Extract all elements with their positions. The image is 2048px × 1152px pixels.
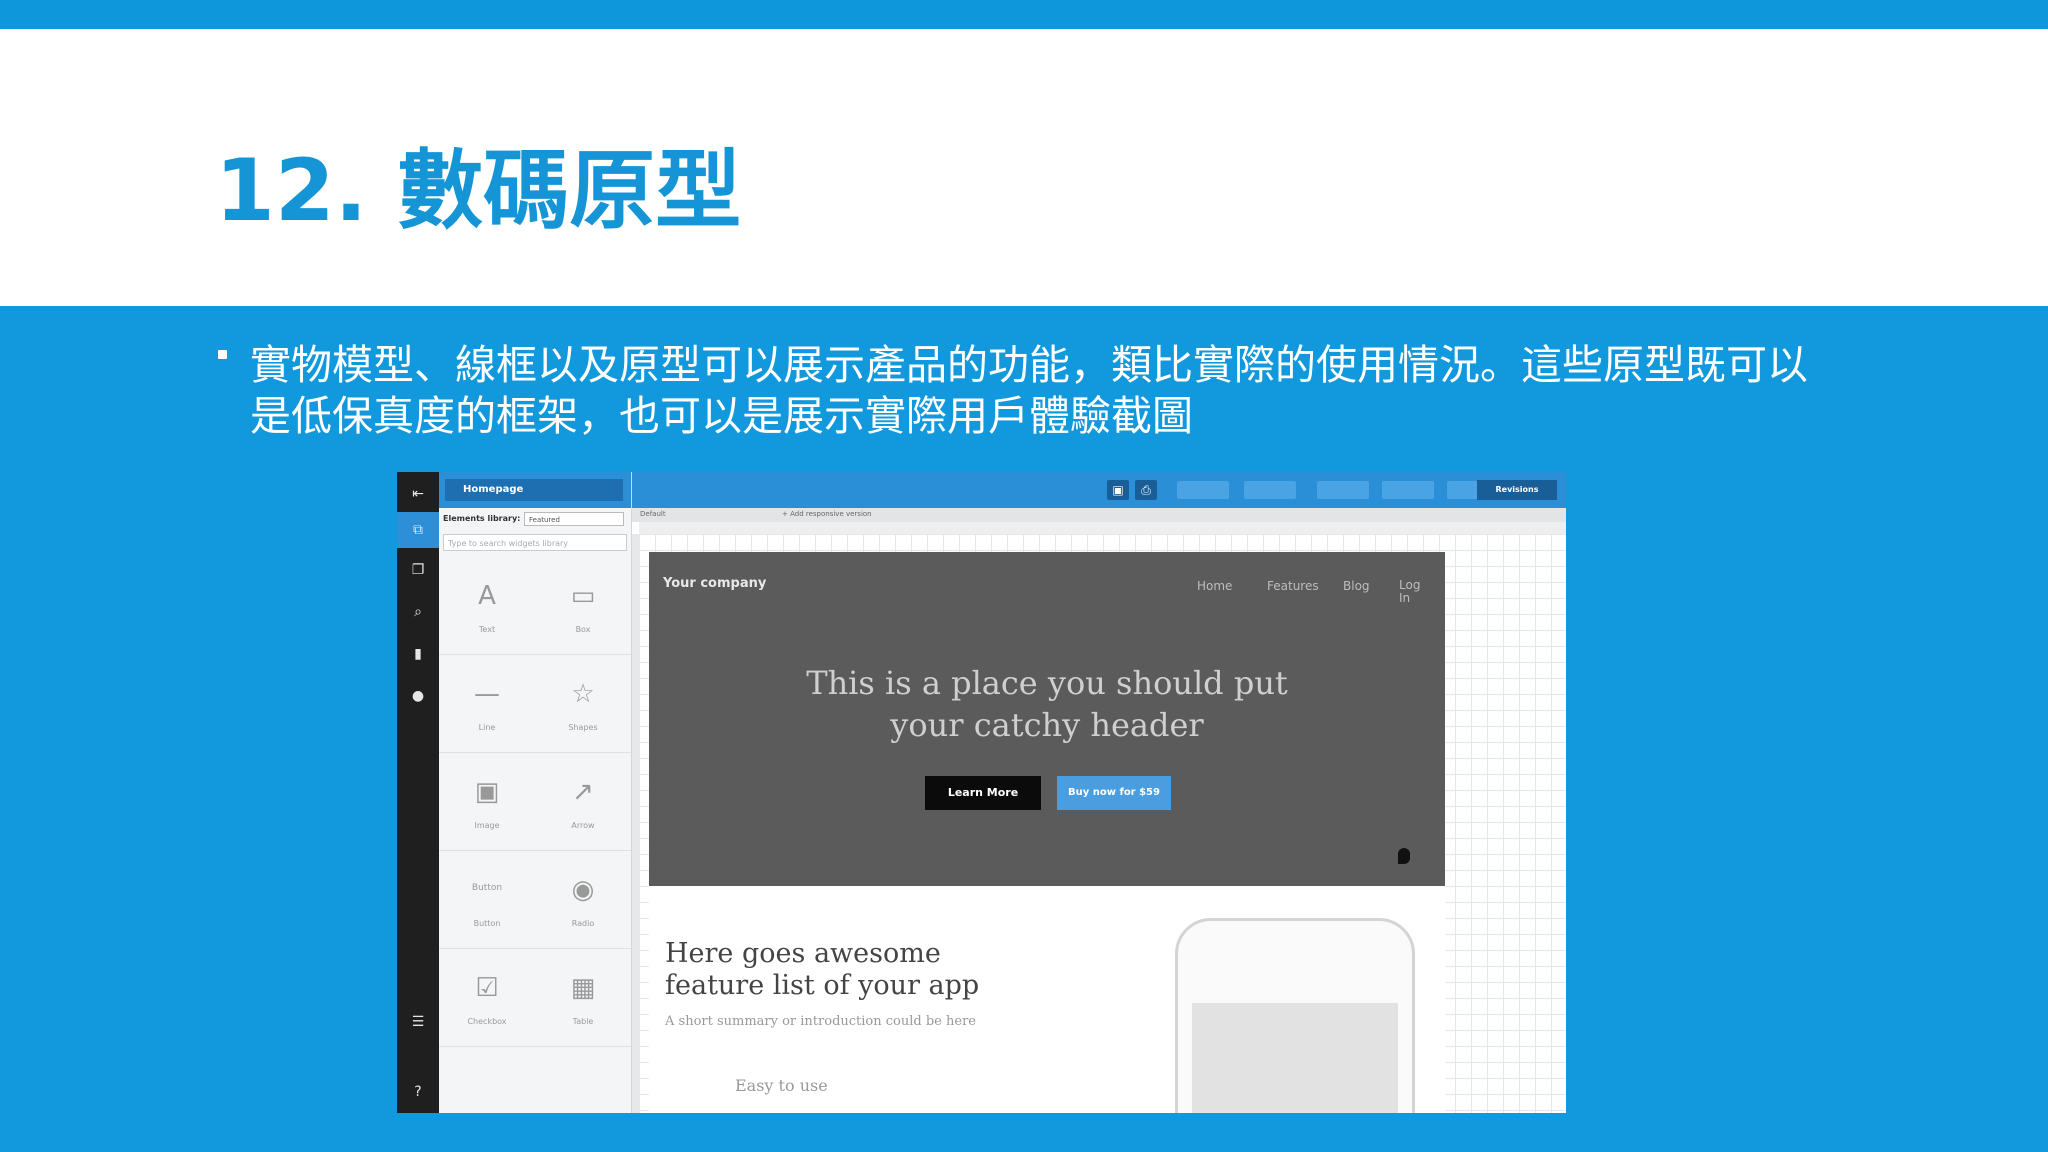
widget-label: Checkbox [467,1017,507,1026]
widget-arrow-icon: ↗ [572,777,594,807]
top-accent-bar [0,0,2048,29]
phone-mockup [1175,918,1415,1113]
nav-blog[interactable]: Blog [1343,579,1370,593]
widget-radio-icon: ◉ [571,875,595,905]
height-field[interactable] [1382,481,1434,499]
widget-label: Radio [571,919,595,928]
widget-line-icon: — [474,679,500,709]
features-heading-line-2: feature list of your app [665,970,980,1001]
widget-label: Arrow [571,821,595,830]
features-heading-line-1: Here goes awesome [665,938,941,969]
prototype-screenshot: ⇤ ⧉ ❐ ⌕ ▮ ● ☰ ? Homepage Elements librar… [397,472,1566,1113]
buy-now-button[interactable]: Buy now for $59 [1057,776,1171,810]
vertical-scrollbar[interactable] [632,534,639,1113]
widget-label: Shapes [568,723,598,732]
elements-library-select[interactable]: Featured [524,512,624,526]
image-tool-icon[interactable]: ▣ [1107,480,1129,500]
user-icon[interactable]: ● [408,686,428,706]
widget-arrow[interactable]: ↗ Arrow [535,753,631,851]
widget-search-input[interactable]: Type to search widgets library [443,534,627,551]
add-responsive-tab[interactable]: + Add responsive version [782,510,872,518]
tab-default[interactable]: Default [640,510,666,518]
hero-section: Your company Home Features Blog Log In T… [649,552,1445,886]
y-field[interactable] [1244,481,1296,499]
pages-icon[interactable]: ⧉ [408,520,428,540]
widget-label: Text [478,625,496,634]
widget-label: Button [473,919,501,928]
widget-radio[interactable]: ◉ Radio [535,851,631,949]
features-summary: A short summary or introduction could be… [665,1014,976,1029]
widget-line[interactable]: — Line [439,655,535,753]
widget-box-icon: ▭ [570,581,596,611]
hero-headline-line-2: your catchy header [890,706,1204,744]
widget-button[interactable]: Button Button [439,851,535,949]
nav-features[interactable]: Features [1267,579,1319,593]
widget-table-icon: ▦ [570,973,596,1003]
x-field[interactable] [1177,481,1229,499]
components-icon[interactable]: ❐ [408,560,428,580]
comment-icon[interactable]: ▮ [408,644,428,664]
elements-library-label: Elements library: [443,514,521,523]
widget-label: Box [575,625,591,634]
nav-login[interactable]: Log In [1399,579,1429,605]
widget-checkbox[interactable]: ☑ Checkbox [439,949,535,1047]
hero-headline-line-1: This is a place you should put [806,664,1288,702]
panel-header: Homepage [439,472,631,508]
learn-more-button[interactable]: Learn More [925,776,1041,810]
bullet-icon [218,350,227,359]
help-icon[interactable]: ? [408,1082,428,1102]
layers-icon[interactable]: ☰ [408,1012,428,1032]
homepage-selector[interactable]: Homepage [445,479,623,501]
slide-title: 12. 數碼原型 [215,141,742,241]
widget-table[interactable]: ▦ Table [535,949,631,1047]
widget-label: Image [474,821,500,830]
widget-image[interactable]: ▣ Image [439,753,535,851]
widget-text-icon: A [478,581,496,611]
search-icon[interactable]: ⌕ [408,602,428,622]
widget-label: Table [572,1017,594,1026]
widget-button-icon: Button [471,883,503,893]
widget-image-icon: ▣ [474,777,500,807]
widget-checkbox-icon: ☑ [475,973,499,1003]
widget-label: Line [478,723,496,732]
editor-toolbar: ▣ ⎙ ⚙ ⇄ Revisions [632,472,1566,508]
widget-box[interactable]: ▭ Box [535,557,631,655]
nav-home[interactable]: Home [1197,579,1232,593]
revisions-button[interactable]: Revisions [1477,480,1557,500]
company-logo-text: Your company [663,576,767,591]
widget-text[interactable]: A Text [439,557,535,655]
comment-pin-icon[interactable] [1398,848,1410,864]
print-tool-icon[interactable]: ⎙ [1135,480,1157,500]
widgets-panel: Homepage Elements library: Featured Type… [439,472,632,1113]
features-section: Here goes awesome feature list of your a… [649,886,1445,1113]
hero-headline: This is a place you should put your catc… [649,662,1445,746]
phone-screen [1192,1003,1398,1113]
width-field[interactable] [1317,481,1369,499]
feature-easy-to-use: Easy to use [735,1076,828,1095]
app-left-sidebar: ⇤ ⧉ ❐ ⌕ ▮ ● ☰ ? [397,472,439,1113]
features-heading: Here goes awesome feature list of your a… [665,938,979,1002]
widget-shapes[interactable]: ☆ Shapes [535,655,631,753]
widget-shapes-icon: ☆ [571,679,595,709]
collapse-icon[interactable]: ⇤ [408,484,428,504]
bullet-text: 實物模型、線框以及原型可以展示產品的功能，類比實際的使用情況。這些原型既可以是低… [250,341,1808,440]
canvas-tabs: Default + Add responsive version [632,508,1566,522]
